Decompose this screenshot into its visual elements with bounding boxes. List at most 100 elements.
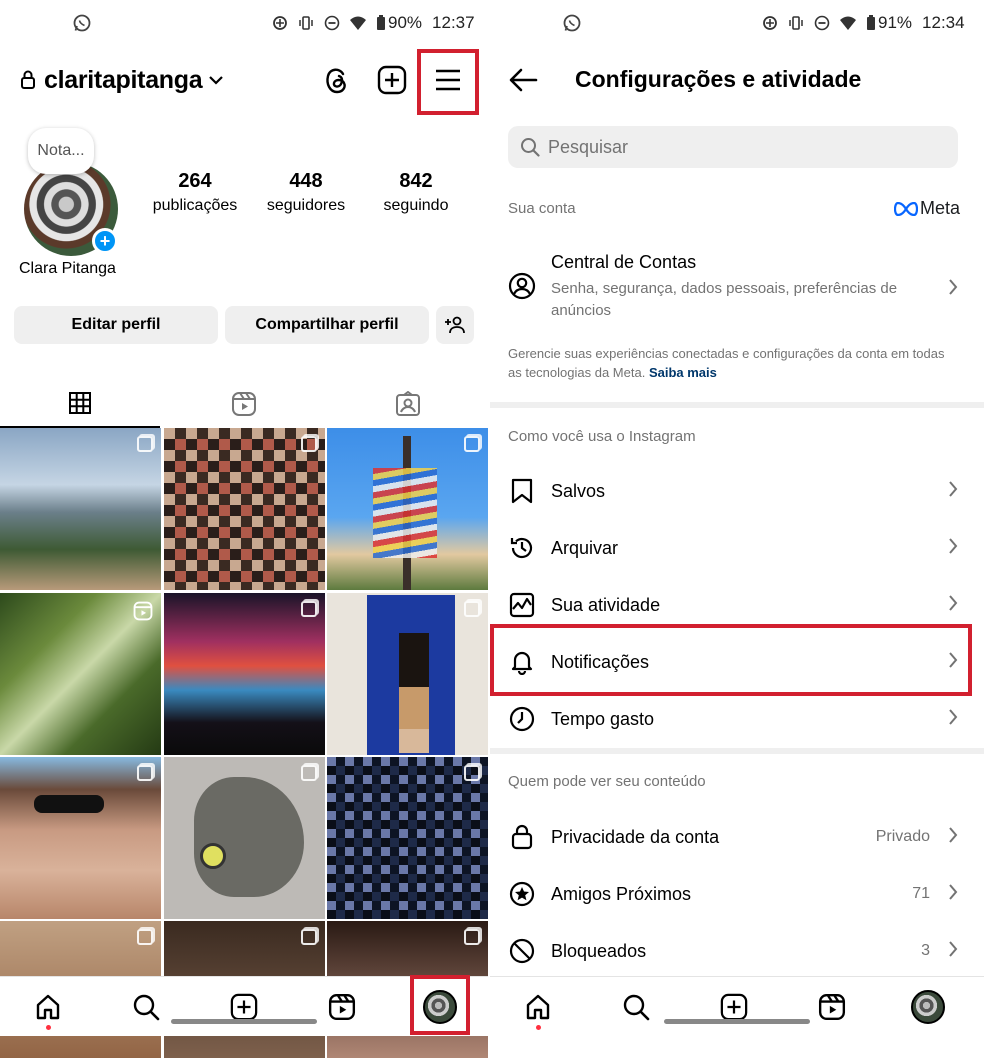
nav-home[interactable] — [30, 989, 66, 1030]
row-close-friends[interactable]: Amigos Próximos 71 — [490, 866, 984, 922]
username[interactable]: claritapitanga — [44, 66, 203, 95]
user-circle-icon — [508, 272, 536, 305]
row-your-activity-label: Sua atividade — [551, 594, 661, 615]
activity-icon — [508, 591, 536, 619]
page-title: Configurações e atividade — [575, 66, 862, 92]
grid-post[interactable] — [327, 428, 488, 590]
grid-post[interactable] — [327, 593, 488, 755]
bottom-nav — [490, 976, 984, 1036]
multi-photo-icon — [464, 929, 480, 945]
profile-highlight-box — [410, 975, 470, 1035]
row-saved-label: Salvos — [551, 480, 606, 501]
add-story-icon[interactable]: + — [92, 228, 118, 254]
plus-square-icon — [720, 993, 748, 1021]
multi-photo-icon — [301, 601, 317, 617]
nav-search[interactable] — [618, 989, 654, 1025]
nav-home[interactable] — [520, 989, 556, 1030]
edit-profile-button[interactable]: Editar perfil — [14, 306, 218, 344]
row-archive-label: Arquivar — [551, 537, 619, 558]
accounts-center-subtitle: Senha, segurança, dados pessoais, prefer… — [551, 280, 898, 319]
map-shape — [194, 777, 304, 897]
clock-time: 12:37 — [432, 13, 475, 32]
note-bubble[interactable]: Nota... — [28, 128, 94, 174]
multi-photo-icon — [464, 601, 480, 617]
chevron-right-icon — [948, 826, 958, 849]
share-profile-button[interactable]: Compartilhar perfil — [225, 306, 429, 344]
gesture-bar — [664, 1019, 810, 1024]
nav-reels[interactable] — [814, 989, 850, 1025]
nav-profile[interactable] — [910, 989, 946, 1025]
grid-post[interactable] — [0, 593, 161, 755]
grid-post[interactable] — [164, 593, 325, 755]
section-divider — [490, 748, 984, 754]
row-account-privacy[interactable]: Privacidade da conta Privado — [490, 809, 984, 865]
wifi-icon — [350, 16, 366, 30]
meta-logo-text: Meta — [919, 198, 960, 218]
tagged-icon — [396, 391, 420, 416]
create-post-button[interactable] — [374, 62, 410, 98]
grid-post[interactable] — [0, 757, 161, 919]
stat-posts-label: publicações — [152, 197, 238, 214]
row-saved[interactable]: Salvos — [490, 463, 984, 519]
disclaimer-text: Gerencie suas experiências conectadas e … — [508, 346, 945, 380]
add-person-icon — [445, 316, 465, 334]
avatar — [911, 990, 945, 1024]
settings-screen: 91% 12:34 Configurações e atividade Sua … — [490, 0, 984, 1058]
lock-icon — [20, 70, 36, 95]
learn-more-link[interactable]: Saiba mais — [649, 365, 717, 380]
multi-photo-icon — [464, 436, 480, 452]
tab-reels[interactable] — [164, 380, 324, 428]
gesture-bar — [171, 1019, 317, 1024]
bottom-nav — [0, 975, 488, 1036]
reels-icon — [133, 601, 153, 621]
battery-icon — [867, 15, 875, 30]
search-icon — [623, 994, 650, 1021]
threads-button[interactable] — [318, 62, 354, 98]
tab-grid[interactable] — [0, 380, 160, 428]
stat-followers[interactable]: 448 seguidores — [251, 170, 361, 215]
tab-tagged[interactable] — [328, 380, 488, 428]
grid-post[interactable] — [164, 757, 325, 919]
grid-post[interactable] — [0, 428, 161, 590]
clock-time: 12:34 — [922, 13, 965, 32]
lemon-slice — [200, 843, 226, 869]
row-time-spent[interactable]: Tempo gasto — [490, 691, 984, 747]
status-bar: 91% 12:34 — [490, 10, 984, 38]
star-icon — [508, 880, 536, 908]
nav-reels[interactable] — [324, 989, 360, 1025]
accounts-center-title: Central de Contas — [551, 252, 697, 272]
row-blocked[interactable]: Bloqueados 3 — [490, 923, 984, 979]
stat-following-count: 842 — [399, 170, 433, 192]
row-account-privacy-value: Privado — [875, 828, 930, 845]
battery-level: 90% — [388, 13, 423, 32]
vibrate-icon — [299, 16, 313, 30]
status-bar: 90% 12:37 — [0, 10, 488, 38]
multi-photo-icon — [301, 929, 317, 945]
discover-people-button[interactable] — [436, 306, 474, 344]
search-input[interactable] — [548, 136, 928, 158]
notification-dot — [46, 1025, 51, 1030]
grid-post[interactable] — [327, 757, 488, 919]
stat-followers-count: 448 — [289, 170, 323, 192]
sunglasses — [34, 795, 104, 813]
stat-following[interactable]: 842 seguindo — [361, 170, 471, 215]
row-archive[interactable]: Arquivar — [490, 520, 984, 576]
meta-logo: Meta — [893, 198, 960, 219]
dnd-icon — [814, 15, 830, 31]
nav-search[interactable] — [128, 989, 164, 1025]
back-arrow-icon[interactable] — [508, 66, 538, 99]
section-who-can-see: Quem pode ver seu conteúdo — [508, 773, 706, 790]
home-icon — [36, 994, 60, 1020]
row-blocked-value: 3 — [921, 942, 930, 959]
battery-indicator: 91% — [866, 13, 912, 33]
section-how-you-use: Como você usa o Instagram — [508, 428, 696, 445]
stat-posts[interactable]: 264 publicações — [140, 170, 250, 215]
data-saver-icon — [763, 16, 777, 30]
chevron-down-icon[interactable] — [208, 72, 224, 93]
search-bar[interactable] — [508, 126, 958, 168]
notification-dot — [536, 1025, 541, 1030]
chevron-right-icon — [948, 594, 958, 617]
grid-post[interactable] — [164, 428, 325, 590]
stat-posts-count: 264 — [178, 170, 212, 192]
archive-icon — [508, 534, 536, 562]
